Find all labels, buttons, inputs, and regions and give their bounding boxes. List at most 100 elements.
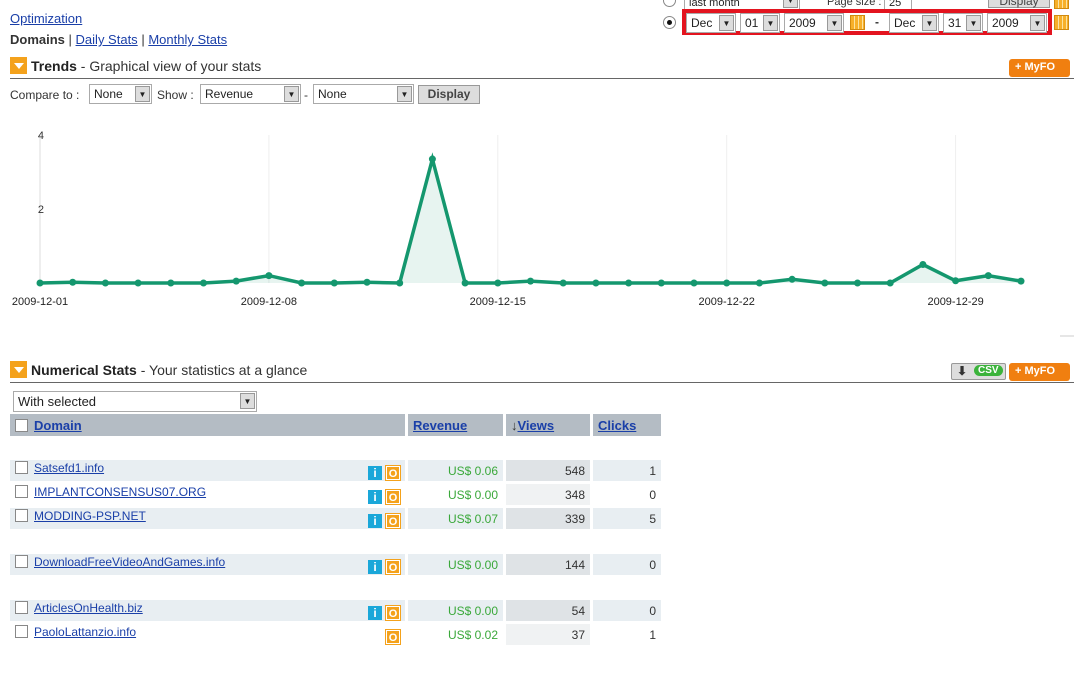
info-icon[interactable]: i — [368, 560, 382, 574]
data-point — [952, 277, 960, 285]
data-point — [36, 279, 44, 287]
domain-link[interactable]: PaoloLattanzio.info — [34, 625, 136, 639]
domains-current: Domains — [10, 32, 65, 47]
data-point — [690, 279, 698, 287]
csv-label: CSV — [974, 365, 1003, 376]
show2-select[interactable]: None ▼ — [313, 84, 414, 104]
revenue-cell: US$ 0.06 — [408, 460, 503, 484]
to-calendar-icon[interactable] — [1054, 15, 1069, 30]
info-icon[interactable]: i — [368, 466, 382, 480]
optimize-icon[interactable]: O — [385, 465, 401, 481]
info-icon[interactable]: i — [368, 606, 382, 620]
data-point — [984, 272, 992, 280]
with-selected-select[interactable]: With selected ▼ — [13, 391, 257, 412]
to-month-select[interactable]: Dec ▼ — [889, 13, 939, 33]
range-dash: - — [875, 15, 879, 29]
value: 31 — [948, 16, 962, 30]
from-month-select[interactable]: Dec ▼ — [686, 13, 736, 33]
optimize-icon[interactable]: O — [385, 489, 401, 505]
spacer — [10, 532, 661, 554]
value: None — [94, 87, 123, 101]
views-cell: 37 — [506, 624, 590, 648]
row-checkbox[interactable] — [15, 485, 28, 498]
domain-link[interactable]: ArticlesOnHealth.biz — [34, 601, 143, 615]
dash: - — [304, 88, 308, 102]
revenue-sort[interactable]: Revenue — [413, 418, 467, 433]
revenue-cell: US$ 0.00 — [408, 554, 503, 578]
select-all-checkbox[interactable] — [15, 418, 28, 432]
collapse-icon[interactable] — [10, 361, 27, 378]
clicks-sort[interactable]: Clicks — [598, 418, 636, 433]
revenue-cell: US$ 0.00 — [408, 600, 503, 624]
value: Dec — [691, 16, 713, 30]
series-line — [39, 152, 1022, 285]
trends-myfo-button[interactable]: + MyFO — [1009, 59, 1070, 77]
trends-subtitle: - Graphical view of your stats — [76, 58, 262, 74]
row-checkbox[interactable] — [15, 509, 28, 522]
trends-display-button[interactable]: Display — [418, 85, 480, 104]
monthly-stats-link[interactable]: Monthly Stats — [148, 32, 227, 47]
views-sort[interactable]: Views — [518, 418, 555, 433]
revenue-header[interactable]: Revenue — [408, 414, 503, 438]
clicks-cell: 5 — [593, 508, 661, 532]
domain-cell: ArticlesOnHealth.biz i O — [10, 600, 405, 624]
optimize-icon[interactable]: O — [385, 629, 401, 645]
area-fill — [40, 159, 1021, 283]
value: Revenue — [205, 87, 254, 101]
calendar-icon[interactable] — [1054, 0, 1069, 9]
domain-sort[interactable]: Domain — [34, 418, 82, 433]
optimize-icon[interactable]: O — [385, 513, 401, 529]
to-day-select[interactable]: 31 ▼ — [943, 13, 983, 33]
data-point — [527, 277, 534, 285]
clicks-cell: 1 — [593, 624, 661, 648]
spacer-row — [10, 438, 661, 460]
domain-link[interactable]: DownloadFreeVideoAndGames.info — [34, 555, 225, 569]
row-checkbox[interactable] — [15, 601, 28, 614]
csv-export-button[interactable]: ⬇ CSV — [951, 363, 1006, 380]
data-point — [428, 155, 436, 163]
daily-stats-link[interactable]: Daily Stats — [76, 32, 138, 47]
optimize-icon[interactable]: O — [385, 605, 401, 621]
views-cell: 548 — [506, 460, 590, 484]
views-header[interactable]: ↓Views — [506, 414, 590, 438]
clicks-header[interactable]: Clicks — [593, 414, 661, 438]
domain-link[interactable]: IMPLANTCONSENSUS07.ORG — [34, 485, 206, 499]
table-row: IMPLANTCONSENSUS07.ORG i O US$ 0.00 348 0 — [10, 484, 661, 508]
from-year-select[interactable]: 2009 ▼ — [784, 13, 844, 33]
data-point — [232, 277, 240, 285]
show-select[interactable]: Revenue ▼ — [200, 84, 301, 104]
table-row: PaoloLattanzio.info O US$ 0.02 37 1 — [10, 624, 661, 648]
clicks-cell: 1 — [593, 460, 661, 484]
domain-cell: MODDING-PSP.NET i O — [10, 508, 405, 532]
info-icon[interactable]: i — [368, 490, 382, 504]
data-point — [559, 279, 567, 287]
compare-select[interactable]: None ▼ — [89, 84, 152, 104]
domain-link[interactable]: Satsefd1.info — [34, 461, 104, 475]
row-checkbox[interactable] — [15, 625, 28, 638]
collapse-icon[interactable] — [10, 57, 27, 74]
numerical-myfo-button[interactable]: + MyFO — [1009, 363, 1070, 381]
compare-label: Compare to : — [10, 88, 80, 102]
to-year-select[interactable]: 2009 ▼ — [987, 13, 1047, 33]
custom-range-radio[interactable] — [663, 16, 676, 29]
domain-header[interactable]: Domain — [10, 414, 405, 438]
preset-radio[interactable] — [663, 0, 676, 7]
trends-header[interactable]: Trends - Graphical view of your stats — [10, 57, 261, 74]
numerical-header[interactable]: Numerical Stats - Your statistics at a g… — [10, 361, 307, 378]
from-calendar-icon[interactable] — [850, 15, 865, 30]
period-display-button[interactable]: Display — [988, 0, 1050, 8]
views-cell: 348 — [506, 484, 590, 508]
optimize-icon[interactable]: O — [385, 559, 401, 575]
from-day-select[interactable]: 01 ▼ — [740, 13, 780, 33]
data-point — [134, 279, 142, 287]
table-row: ArticlesOnHealth.biz i O US$ 0.00 54 0 — [10, 600, 661, 624]
table-row: Satsefd1.info i O US$ 0.06 548 1 — [10, 460, 661, 484]
optimization-link[interactable]: Optimization — [10, 11, 82, 26]
sep: | — [68, 32, 72, 47]
x-tick-label: 2009-12-01 — [12, 296, 68, 308]
row-checkbox[interactable] — [15, 461, 28, 474]
value: 2009 — [789, 16, 816, 30]
domain-link[interactable]: MODDING-PSP.NET — [34, 509, 146, 523]
row-checkbox[interactable] — [15, 555, 28, 568]
info-icon[interactable]: i — [368, 514, 382, 528]
